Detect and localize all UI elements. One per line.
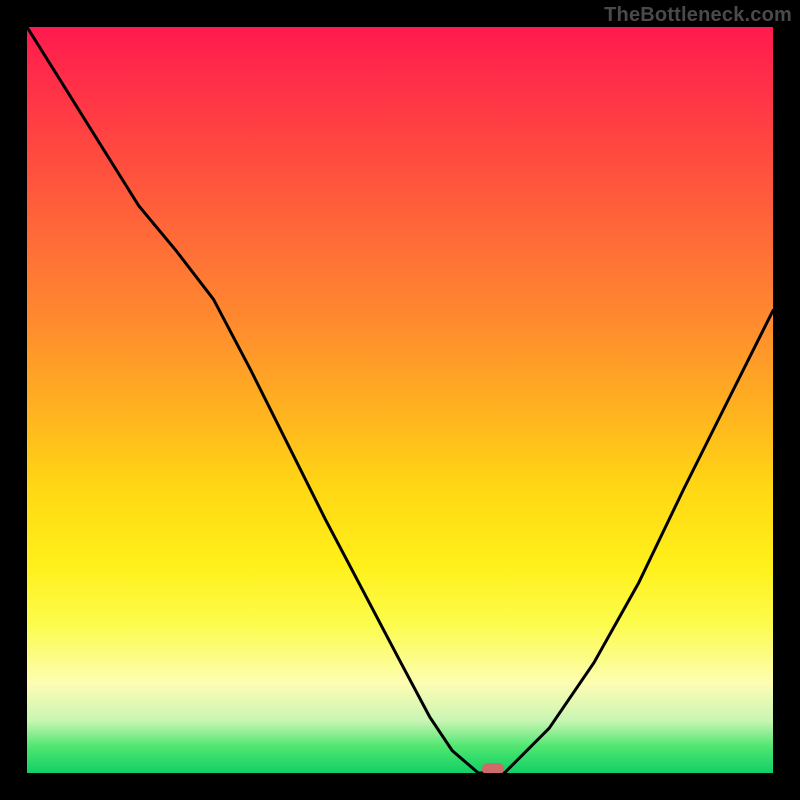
watermark-text: TheBottleneck.com bbox=[604, 4, 792, 27]
plot-area bbox=[27, 27, 773, 773]
bottleneck-curve bbox=[27, 27, 773, 773]
chart-frame: TheBottleneck.com bbox=[0, 0, 800, 800]
optimal-point-marker bbox=[482, 763, 504, 773]
